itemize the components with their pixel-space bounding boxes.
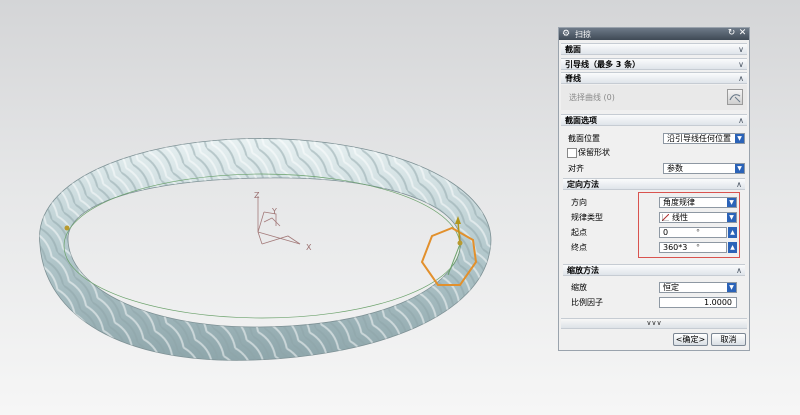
law-type-select[interactable]: 线性 ▼ [659, 212, 737, 223]
section-header-guide[interactable]: 引导线（最多 3 条） ∨ [561, 58, 747, 70]
chevron-up-icon: ∧ [736, 180, 742, 189]
chevron-down-icon: ▼ [735, 134, 744, 143]
direction-select[interactable]: 角度规律 ▼ [659, 197, 737, 208]
section-header-label: 截面 [565, 45, 581, 54]
spine-select-curve: 选择曲线 (0) [569, 93, 615, 102]
law-type-label: 规律类型 [571, 213, 603, 222]
scale-label: 缩放 [571, 283, 587, 292]
ok-button[interactable]: <确定> [673, 333, 708, 346]
section-header-label: 脊线 [565, 74, 581, 83]
preserve-shape-checkbox[interactable] [567, 148, 577, 158]
gear-icon: ⚙ [561, 29, 571, 39]
section-header-scaling[interactable]: 缩放方法 ∧ [563, 264, 745, 276]
chevron-up-icon: ∧ [738, 74, 744, 83]
dialog-title: 扫掠 [575, 30, 591, 39]
end-unit: ° [696, 243, 700, 252]
sweep-dialog: ⚙ 扫掠 ↻ ✕ 截面 ∨ 引导线（最多 3 条） ∨ 脊线 ∧ 选择曲线 (0… [558, 27, 750, 351]
law-type-value: 线性 [672, 213, 688, 222]
axis-x-label: X [306, 243, 312, 252]
spine-select-row[interactable]: 选择曲线 (0) [561, 85, 747, 110]
section-position-value: 沿引导线任何位置 [667, 134, 731, 143]
section-header-label: 缩放方法 [567, 266, 599, 275]
more-options-bar[interactable]: ∨∨∨ [561, 318, 747, 329]
chevron-down-icon: ∨ [738, 60, 744, 69]
chevron-up-icon: ∧ [736, 266, 742, 275]
dialog-titlebar[interactable]: ⚙ 扫掠 ↻ ✕ [559, 28, 749, 40]
section-origin-point[interactable] [457, 240, 463, 246]
start-label: 起点 [571, 228, 587, 237]
start-spin-button[interactable]: ▲ [728, 227, 737, 238]
linear-law-icon [661, 213, 670, 222]
preserve-shape-label: 保留形状 [578, 148, 610, 157]
expand-more-icon: ∨∨∨ [646, 319, 662, 327]
guide-curve[interactable] [63, 173, 461, 319]
chevron-down-icon: ▼ [727, 213, 736, 222]
start-unit: ° [696, 228, 700, 237]
section-position-select[interactable]: 沿引导线任何位置 ▼ [663, 133, 745, 144]
axis-z-label: Z [254, 191, 260, 200]
close-icon[interactable]: ✕ [737, 28, 748, 39]
reset-icon[interactable]: ↻ [726, 28, 737, 39]
section-header-section[interactable]: 截面 ∨ [561, 43, 747, 55]
section-header-label: 截面选项 [565, 116, 597, 125]
chevron-down-icon: ▼ [727, 283, 736, 292]
align-label: 对齐 [568, 164, 584, 173]
ratio-field[interactable]: 1.0000 [659, 297, 737, 308]
ratio-value: 1.0000 [704, 298, 732, 307]
section-header-label: 引导线（最多 3 条） [565, 60, 641, 69]
scale-value: 恒定 [663, 283, 679, 292]
direction-label: 方向 [571, 198, 587, 207]
end-spin-button[interactable]: ▲ [728, 242, 737, 253]
cancel-button[interactable]: 取消 [711, 333, 746, 346]
direction-value: 角度规律 [663, 198, 695, 207]
section-position-label: 截面位置 [568, 134, 600, 143]
section-header-label: 定向方法 [567, 180, 599, 189]
section-header-orientation[interactable]: 定向方法 ∧ [563, 178, 745, 190]
align-select[interactable]: 参数 ▼ [663, 163, 745, 174]
section-header-spine[interactable]: 脊线 ∧ [561, 72, 747, 84]
chevron-up-icon: ∧ [738, 116, 744, 125]
chevron-down-icon: ▼ [727, 198, 736, 207]
end-label: 终点 [571, 243, 587, 252]
ratio-label: 比例因子 [571, 298, 603, 307]
guide-start-point[interactable] [64, 225, 70, 231]
start-value: 0 [663, 228, 669, 237]
start-value-field[interactable]: 0 ° [659, 227, 727, 238]
end-value: 360*3 [663, 243, 688, 252]
curve-select-icon[interactable] [727, 89, 743, 105]
twisted-torus-body[interactable] [39, 138, 492, 361]
align-value: 参数 [667, 164, 683, 173]
end-value-field[interactable]: 360*3 ° [659, 242, 727, 253]
scale-select[interactable]: 恒定 ▼ [659, 282, 737, 293]
wcs-triad [257, 196, 301, 245]
section-header-section-options[interactable]: 截面选项 ∧ [561, 114, 747, 126]
axis-y-label: Y [271, 207, 277, 216]
chevron-down-icon: ▼ [735, 164, 744, 173]
chevron-down-icon: ∨ [738, 45, 744, 54]
